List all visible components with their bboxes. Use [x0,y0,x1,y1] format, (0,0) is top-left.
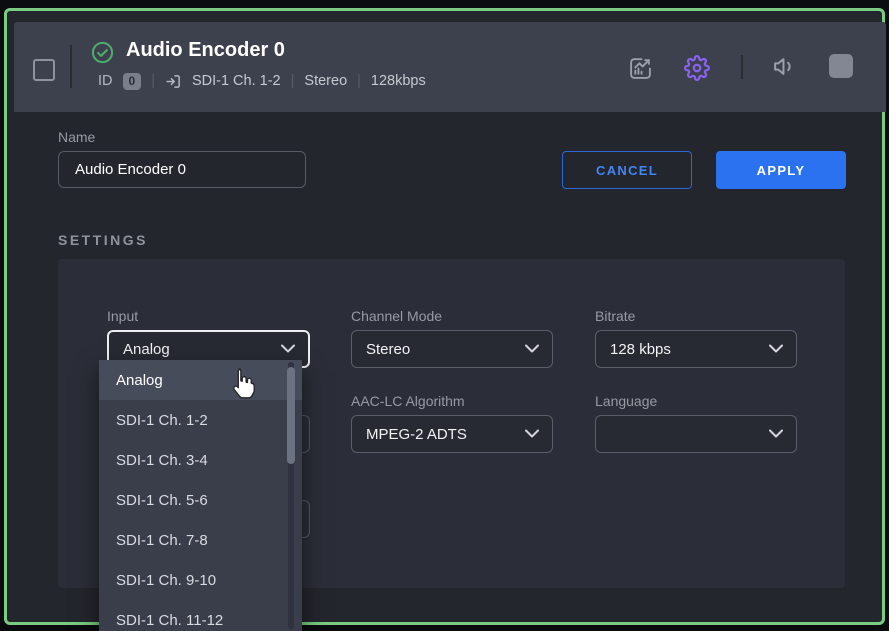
gear-icon [684,55,710,84]
option-label: SDI-1 Ch. 9-10 [116,572,216,589]
encoder-title: Audio Encoder 0 [126,39,285,62]
stop-button[interactable] [829,54,853,78]
bitrate-label: Bitrate [595,308,635,324]
stats-button[interactable] [628,56,653,84]
list-item-highlighted[interactable]: Analog [99,360,302,400]
aac-algorithm-select[interactable]: MPEG-2 ADTS [351,415,553,453]
input-dropdown-list: Analog SDI-1 Ch. 1-2 SDI-1 Ch. 3-4 SDI-1… [99,360,302,631]
summary-channel-mode: Stereo [304,73,347,89]
header-icons-divider [741,55,743,79]
list-item[interactable]: SDI-1 Ch. 7-8 [99,520,302,560]
language-select[interactable] [595,415,797,453]
select-encoder-checkbox[interactable] [33,59,55,81]
encoder-summary: ID 0 | SDI-1 Ch. 1-2 | Stereo | 128kbps [98,71,426,91]
list-item[interactable]: SDI-1 Ch. 1-2 [99,400,302,440]
aac-algorithm-select-value: MPEG-2 ADTS [366,426,467,443]
id-badge: 0 [123,73,142,90]
option-label: SDI-1 Ch. 1-2 [116,412,208,429]
header-divider [70,45,72,88]
encoder-card-header [14,22,886,112]
list-item[interactable]: SDI-1 Ch. 9-10 [99,560,302,600]
chevron-down-icon [525,345,539,354]
chevron-down-icon [525,430,539,439]
input-select-value: Analog [123,341,170,358]
settings-button[interactable] [684,55,710,84]
language-label: Language [595,393,657,409]
chart-stats-icon [628,56,653,84]
audio-monitor-button[interactable] [772,54,797,82]
status-ok-icon [91,41,114,69]
option-label: SDI-1 Ch. 3-4 [116,452,208,469]
bitrate-select[interactable]: 128 kbps [595,330,797,368]
option-label: SDI-1 Ch. 5-6 [116,492,208,509]
name-label: Name [58,129,95,145]
aac-algorithm-label: AAC-LC Algorithm [351,393,465,409]
input-label: Input [107,308,138,324]
cancel-button[interactable]: CANCEL [562,151,692,189]
separator: | [151,73,155,89]
list-item[interactable]: SDI-1 Ch. 5-6 [99,480,302,520]
name-input[interactable] [58,151,306,188]
channel-mode-select-value: Stereo [366,341,410,358]
option-label: SDI-1 Ch. 7-8 [116,532,208,549]
chevron-down-icon [281,345,295,354]
settings-section-title: SETTINGS [58,232,148,248]
option-label: SDI-1 Ch. 11-12 [116,612,223,629]
bitrate-select-value: 128 kbps [610,341,671,358]
channel-mode-label: Channel Mode [351,308,442,324]
audio-encoder-panel: Audio Encoder 0 ID 0 | SDI-1 Ch. 1-2 | S… [0,0,889,631]
dropdown-scrollbar-thumb[interactable] [287,367,295,464]
signal-input-icon [165,73,182,90]
option-label: Analog [116,372,163,389]
speaker-icon [772,54,797,82]
list-item[interactable]: SDI-1 Ch. 11-12 [99,600,302,631]
chevron-down-icon [769,430,783,439]
chevron-down-icon [769,345,783,354]
apply-button[interactable]: APPLY [716,151,846,189]
id-label: ID [98,73,113,89]
separator: | [357,73,361,89]
separator: | [291,73,295,89]
channel-mode-select[interactable]: Stereo [351,330,553,368]
summary-bitrate: 128kbps [371,73,426,89]
list-item[interactable]: SDI-1 Ch. 3-4 [99,440,302,480]
summary-source: SDI-1 Ch. 1-2 [192,73,281,89]
